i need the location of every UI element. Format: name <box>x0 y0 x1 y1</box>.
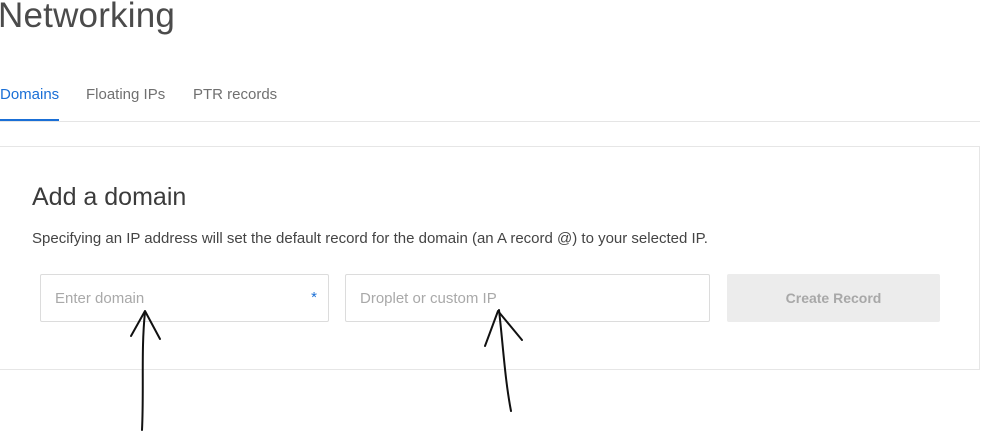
create-record-button[interactable]: Create Record <box>727 274 940 322</box>
tab-ptr-records[interactable]: PTR records <box>193 86 277 103</box>
domain-input[interactable] <box>41 275 328 321</box>
domain-field: * <box>40 274 329 322</box>
tab-domains[interactable]: Domains <box>0 86 59 103</box>
ip-field <box>345 274 710 322</box>
required-asterisk: * <box>311 289 317 306</box>
active-tab-indicator <box>0 119 59 121</box>
droplet-or-ip-input[interactable] <box>346 275 709 321</box>
add-domain-panel <box>0 146 980 370</box>
tab-bar: Domains Floating IPs PTR records <box>0 0 980 122</box>
add-domain-title: Add a domain <box>32 183 187 211</box>
add-domain-description: Specifying an IP address will set the de… <box>32 230 708 247</box>
tab-floating-ips[interactable]: Floating IPs <box>86 86 165 103</box>
